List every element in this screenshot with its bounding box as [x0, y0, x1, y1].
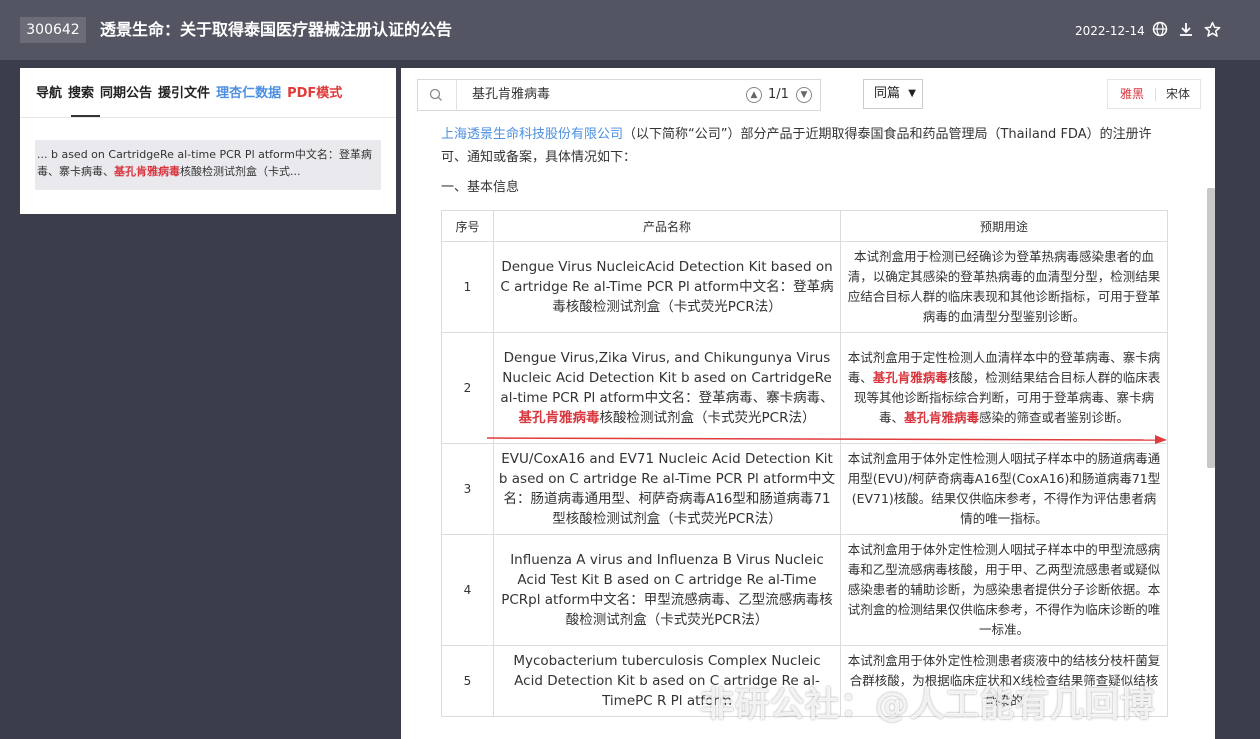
- company-link[interactable]: 上海透景生命科技股份有限公司: [441, 127, 623, 142]
- tab-navigation[interactable]: 导航: [36, 84, 62, 104]
- table-row: 2 Dengue Virus,Zika Virus, and Chikungun…: [441, 332, 1168, 444]
- intended-use: 本试剂盒用于检测已经确诊为登革热病毒感染患者的血清，以确定其感染的登革热病毒的血…: [840, 241, 1168, 333]
- scope-select[interactable]: 同篇 ▼: [863, 79, 923, 109]
- product-name: EVU/CoxA16 and EV71 Nucleic Acid Detecti…: [493, 443, 841, 535]
- prev-match-icon[interactable]: ▲: [746, 87, 762, 103]
- table-row: 3 EVU/CoxA16 and EV71 Nucleic Acid Detec…: [441, 443, 1168, 535]
- tab-search[interactable]: 搜索: [68, 84, 94, 104]
- announcement-title: 透景生命：关于取得泰国医疗器械注册认证的公告: [100, 20, 453, 39]
- column-header: 预期用途: [840, 210, 1168, 242]
- product-name: Dengue Virus,Zika Virus, and Chikungunya…: [493, 332, 841, 444]
- scrollbar[interactable]: [1207, 188, 1215, 468]
- document-panel: 基孔肯雅病毒 ▲ 1/1 ▼ 同篇 ▼ 雅黑 宋体 上海透景生命科技股份有限公司…: [401, 68, 1215, 739]
- tab-lixinger-data[interactable]: 理杏仁数据: [216, 84, 281, 104]
- globe-icon[interactable]: [1151, 21, 1169, 39]
- annotation-arrow: [487, 435, 1167, 444]
- chevron-down-icon: ▼: [908, 88, 916, 99]
- tab-pdf-mode[interactable]: PDF模式: [287, 84, 342, 104]
- next-match-icon[interactable]: ▼: [796, 87, 812, 103]
- row-number: 2: [441, 332, 494, 444]
- top-bar: 300642 透景生命：关于取得泰国医疗器械注册认证的公告 2022-12-14: [0, 0, 1260, 60]
- table-header-row: 序号 产品名称 预期用途: [441, 210, 1168, 242]
- row-number: 3: [441, 443, 494, 535]
- intro-paragraph: 上海透景生命科技股份有限公司（以下简称“公司”）部分产品于近期取得泰国食品和药品…: [441, 127, 1152, 165]
- table-row: 4 Influenza A virus and Influenza B Viru…: [441, 534, 1168, 646]
- search-result-item[interactable]: ... b ased on CartridgeRe al-time PCR Pl…: [35, 140, 381, 190]
- search-input[interactable]: 基孔肯雅病毒: [472, 86, 550, 104]
- font-option-songti[interactable]: 宋体: [1166, 86, 1190, 102]
- tab-same-period[interactable]: 同期公告: [100, 84, 152, 104]
- result-highlight: 基孔肯雅病毒: [114, 165, 180, 178]
- download-icon[interactable]: [1177, 21, 1195, 39]
- sidebar-panel: 导航 搜索 同期公告 援引文件 理杏仁数据 PDF模式 ... b ased on Car…: [20, 68, 396, 214]
- intended-use: 本试剂盒用于体外定性检测人咽拭子样本中的肠道病毒通用型(EVU)/柯萨奇病毒A1…: [840, 443, 1168, 535]
- divider: [20, 117, 396, 118]
- intended-use: 本试剂盒用于体外定性检测人咽拭子样本中的甲型流感病毒和乙型流感病毒核酸，用于甲、…: [840, 534, 1168, 646]
- divider: [1155, 88, 1156, 101]
- sidebar-tabs: 导航 搜索 同期公告 援引文件 理杏仁数据 PDF模式: [36, 82, 348, 104]
- search-highlight: 基孔肯雅病毒: [518, 410, 600, 426]
- search-highlight: 基孔肯雅病毒: [872, 370, 948, 385]
- search-box[interactable]: 基孔肯雅病毒 ▲ 1/1 ▼: [417, 79, 821, 111]
- product-name: Influenza A virus and Influenza B Virus …: [493, 534, 841, 646]
- section-title: 一、基本信息: [441, 180, 520, 195]
- row-number: 5: [441, 645, 494, 717]
- divider: [456, 80, 457, 110]
- row-number: 1: [441, 241, 494, 333]
- announcement-date: 2022-12-14: [1075, 24, 1145, 38]
- star-icon[interactable]: [1203, 21, 1221, 39]
- table-row: 1 Dengue Virus NucleicAcid Detection Kit…: [441, 241, 1168, 333]
- font-option-yahei[interactable]: 雅黑: [1120, 86, 1144, 102]
- product-table: 序号 产品名称 预期用途 1 Dengue Virus NucleicAcid …: [441, 210, 1168, 717]
- watermark: 非研公社：@人工能有几回博: [700, 685, 1155, 725]
- search-highlight: 基孔肯雅病毒: [903, 410, 979, 425]
- product-name: Dengue Virus NucleicAcid Detection Kit b…: [493, 241, 841, 333]
- column-header: 序号: [441, 210, 494, 242]
- row-number: 4: [441, 534, 494, 646]
- stock-code-badge: 300642: [20, 17, 86, 43]
- column-header: 产品名称: [493, 210, 841, 242]
- search-icon[interactable]: [428, 87, 444, 103]
- intended-use: 本试剂盒用于定性检测人血清样本中的登革病毒、寨卡病毒、基孔肯雅病毒核酸，检测结果…: [840, 332, 1168, 444]
- match-counter: 1/1: [768, 87, 789, 102]
- tab-cited-files[interactable]: 援引文件: [158, 84, 210, 104]
- font-switch: 雅黑 宋体: [1107, 79, 1201, 109]
